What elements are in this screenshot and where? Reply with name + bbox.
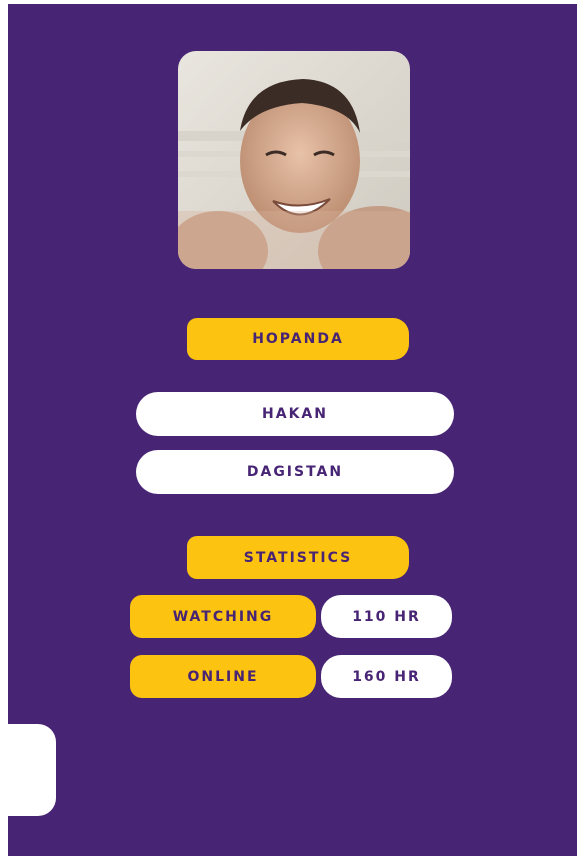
first-name-field[interactable]: HAKAN [136,392,454,436]
username-text: HOPANDA [252,331,344,347]
last-name-text: DAGISTAN [246,464,344,480]
side-drawer-handle[interactable] [8,724,56,816]
stat-label-online: ONLINE [130,655,316,698]
stat-value-online: 160 HR [321,655,452,698]
last-name-field[interactable]: DAGISTAN [136,450,454,494]
statistics-header: STATISTICS [187,536,409,579]
stat-value-text: 160 HR [352,668,421,685]
profile-photo[interactable] [178,51,410,269]
stat-value-watching: 110 HR [321,595,452,638]
profile-screen: HOPANDA HAKAN DAGISTAN STATISTICS WATCHI… [8,4,577,856]
stat-label-text: WATCHING [172,608,274,625]
first-name-text: HAKAN [262,406,328,422]
stat-label-text: ONLINE [187,668,259,685]
stat-value-text: 110 HR [352,608,421,625]
stat-label-watching: WATCHING [130,595,316,638]
statistics-title: STATISTICS [243,549,353,566]
avatar-photo-icon [178,51,410,269]
username-badge: HOPANDA [187,318,409,360]
